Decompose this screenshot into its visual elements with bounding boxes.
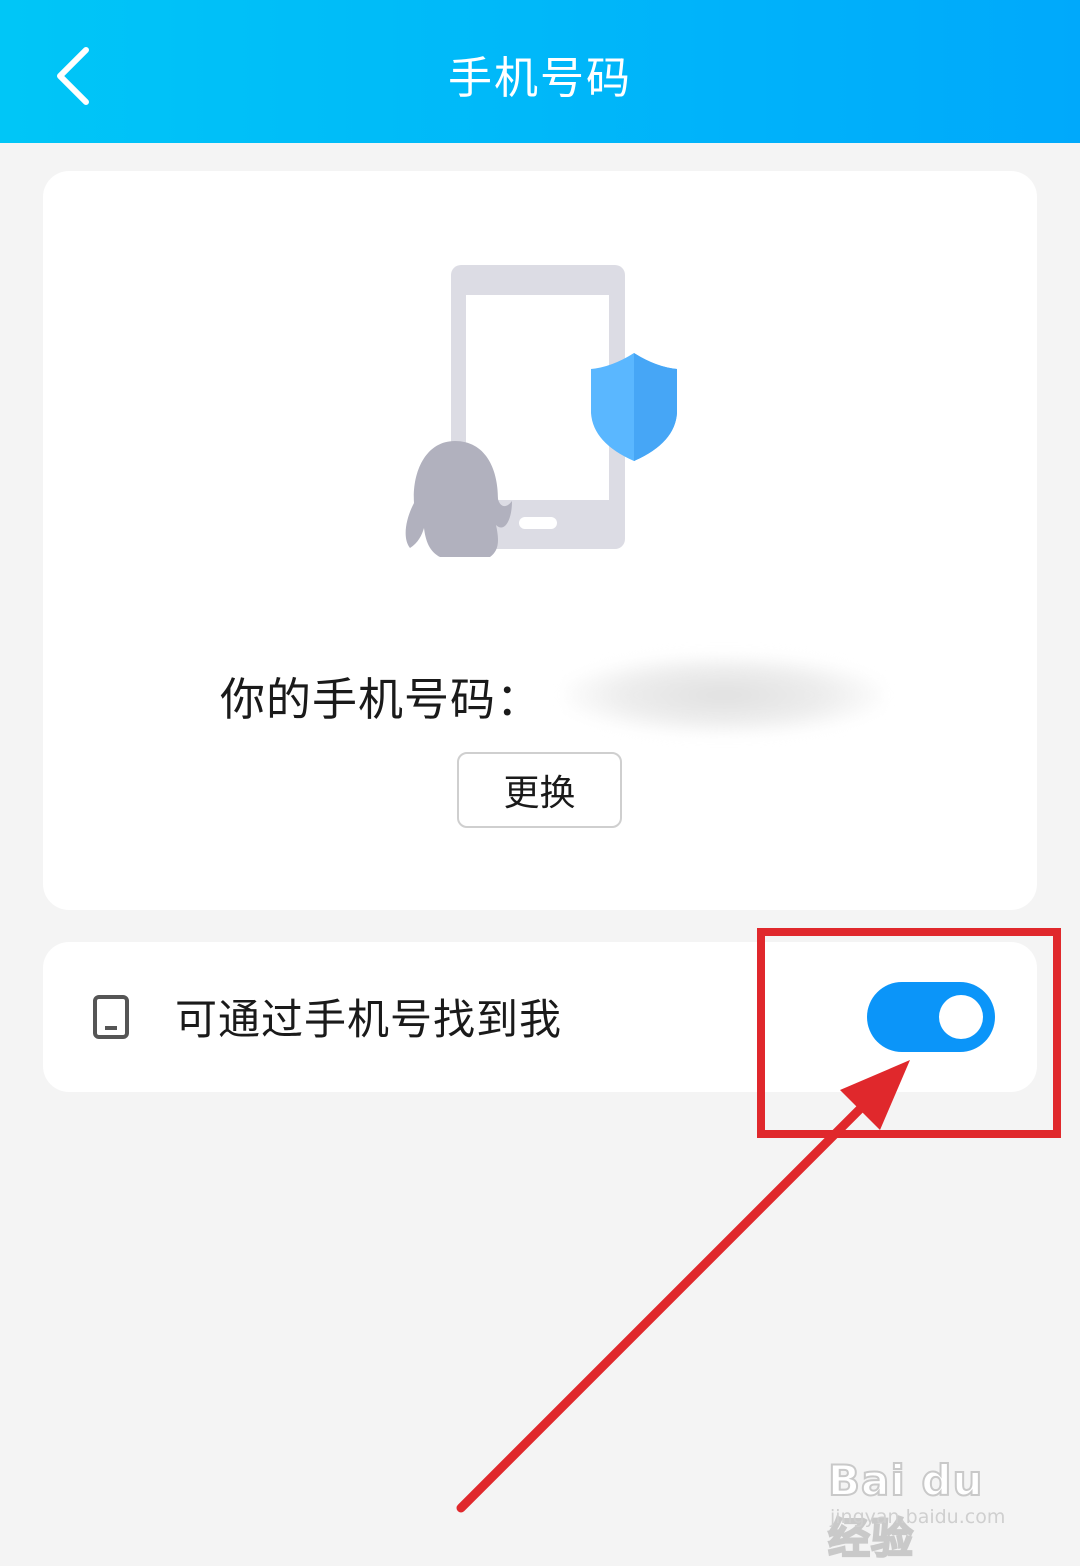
phone-number-row: 你的手机号码： — [220, 655, 885, 735]
phone-number-value-blurred — [564, 655, 885, 735]
phone-number-card: 你的手机号码： 更换 — [43, 171, 1037, 910]
annotation-highlight-box — [757, 928, 1061, 1138]
mobile-device-icon — [93, 995, 129, 1039]
find-me-label: 可通过手机号找到我 — [175, 995, 563, 1044]
baidu-jingyan-watermark: Bai du 经验 jingyan.baidu.com — [827, 1438, 1028, 1564]
watermark-url: jingyan.baidu.com — [830, 1506, 1006, 1528]
phone-security-illustration — [400, 263, 700, 563]
header-bar: 手机号码 — [0, 0, 1080, 143]
page-title: 手机号码 — [448, 53, 632, 104]
phone-number-label: 你的手机号码： — [220, 672, 543, 726]
change-button[interactable]: 更换 — [457, 752, 622, 828]
